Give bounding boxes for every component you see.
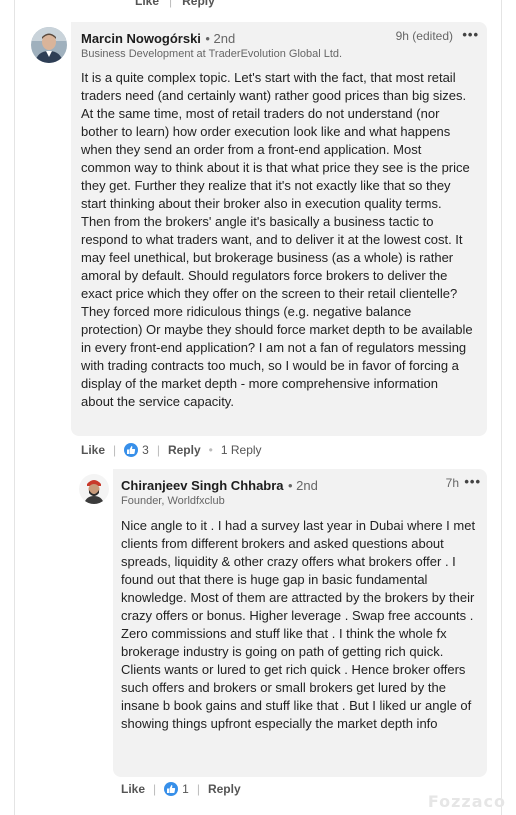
action-separator: | <box>113 443 117 457</box>
like-reaction-icon <box>124 443 139 457</box>
comment-bubble: Marcin Nowogórski • 2nd Business Develop… <box>71 22 487 436</box>
comment-paragraph: It is a quite complex topic. Let's start… <box>81 70 470 211</box>
connection-degree: • 2nd <box>205 31 236 46</box>
comment-paragraph: Clients wants or lured to get rich quick… <box>121 662 472 731</box>
like-reaction-icon <box>164 782 179 796</box>
like-button[interactable]: Like <box>135 0 159 8</box>
more-options-icon[interactable]: ••• <box>462 27 479 42</box>
reply-button[interactable]: Reply <box>208 782 241 796</box>
comment-body: It is a quite complex topic. Let's start… <box>81 69 473 411</box>
reply-button[interactable]: Reply <box>168 443 201 457</box>
avatar[interactable] <box>79 474 109 504</box>
action-separator: | <box>156 443 160 457</box>
like-button[interactable]: Like <box>81 443 105 457</box>
comment-author-name[interactable]: Chiranjeev Singh Chhabra <box>121 478 284 493</box>
reply-bubble: Chiranjeev Singh Chhabra • 2nd Founder, … <box>113 469 487 777</box>
comment-body: Nice angle to it . I had a survey last y… <box>121 517 477 733</box>
action-separator: • <box>208 443 213 457</box>
author-headline: Founder, Worldfxclub <box>121 495 225 507</box>
reply-button[interactable]: Reply <box>182 0 215 8</box>
watermark: Fozzaco <box>427 792 506 811</box>
comment-timestamp: 9h (edited) <box>395 29 453 43</box>
comment-timestamp: 7h <box>445 476 459 490</box>
action-separator: | <box>196 782 200 796</box>
previous-comment-actions: Like | Reply <box>135 0 215 8</box>
reaction-count[interactable]: 1 <box>182 782 189 796</box>
connection-degree: • 2nd <box>288 478 318 493</box>
comment-actions: Like | 3 | Reply • 1 Reply <box>81 443 262 457</box>
comment-author-name[interactable]: Marcin Nowogórski <box>81 31 201 46</box>
more-options-icon[interactable]: ••• <box>464 474 481 489</box>
reaction-count[interactable]: 3 <box>142 443 149 457</box>
comment-paragraph: Then from the brokers' angle it's basica… <box>81 214 473 409</box>
author-headline: Business Development at TraderEvolution … <box>81 48 343 60</box>
action-separator: | <box>153 782 157 796</box>
like-button[interactable]: Like <box>121 782 145 796</box>
reply-actions: Like | 1 | Reply <box>121 782 241 796</box>
avatar[interactable] <box>31 27 67 63</box>
action-separator: | <box>169 0 173 8</box>
replies-count-link[interactable]: 1 Reply <box>221 443 262 457</box>
comment-thread-card: Like | Reply Marcin Nowogórski • 2nd Busin… <box>14 0 502 815</box>
comment-paragraph: Nice angle to it . I had a survey last y… <box>121 518 476 659</box>
